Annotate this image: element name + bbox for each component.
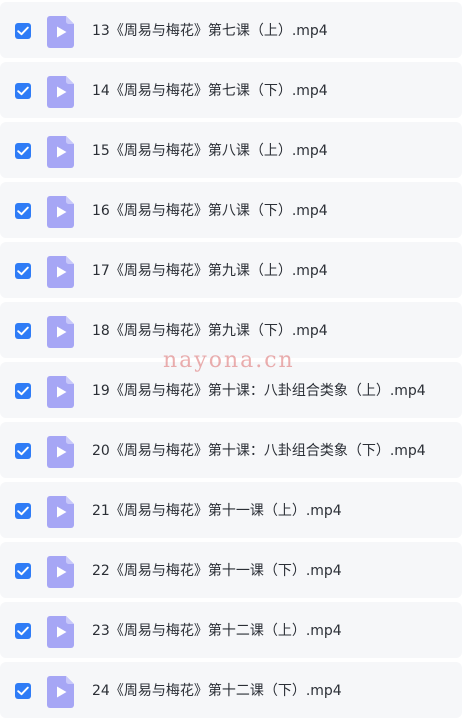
video-file-icon [47,376,74,408]
file-checkbox[interactable] [15,323,31,339]
video-file-icon [47,16,74,48]
checkmark-icon [17,26,29,36]
file-row[interactable]: 13《周易与梅花》第七课（上）.mp4 [0,2,462,58]
file-name: 15《周易与梅花》第八课（上）.mp4 [92,143,328,159]
file-checkbox[interactable] [15,203,31,219]
file-row[interactable]: 24《周易与梅花》第十二课（下）.mp4 [0,662,462,718]
file-checkbox[interactable] [15,383,31,399]
file-row[interactable]: 23《周易与梅花》第十二课（上）.mp4 [0,602,462,658]
file-name: 22《周易与梅花》第十一课（下）.mp4 [92,563,342,579]
file-row[interactable]: 17《周易与梅花》第九课（上）.mp4 [0,242,462,298]
file-row[interactable]: 19《周易与梅花》第十课：八卦组合类象（上）.mp4 [0,362,462,418]
file-checkbox[interactable] [15,443,31,459]
video-file-icon [47,436,74,468]
file-name: 18《周易与梅花》第九课（下）.mp4 [92,323,328,339]
video-file-icon [47,316,74,348]
video-file-icon [47,136,74,168]
file-checkbox[interactable] [15,683,31,699]
checkmark-icon [17,626,29,636]
checkmark-icon [17,686,29,696]
file-row[interactable]: 21《周易与梅花》第十一课（上）.mp4 [0,482,462,538]
video-file-icon [47,496,74,528]
file-checkbox[interactable] [15,83,31,99]
file-checkbox[interactable] [15,143,31,159]
file-name: 23《周易与梅花》第十二课（上）.mp4 [92,623,342,639]
file-name: 16《周易与梅花》第八课（下）.mp4 [92,203,328,219]
file-checkbox[interactable] [15,263,31,279]
checkmark-icon [17,86,29,96]
file-row[interactable]: 20《周易与梅花》第十课：八卦组合类象（下）.mp4 [0,422,462,478]
video-file-icon [47,76,74,108]
video-file-icon [47,196,74,228]
checkmark-icon [17,446,29,456]
checkmark-icon [17,206,29,216]
file-checkbox[interactable] [15,503,31,519]
checkmark-icon [17,566,29,576]
file-name: 19《周易与梅花》第十课：八卦组合类象（上）.mp4 [92,383,426,399]
file-checkbox[interactable] [15,23,31,39]
file-checkbox[interactable] [15,563,31,579]
file-row[interactable]: 16《周易与梅花》第八课（下）.mp4 [0,182,462,238]
file-list: 13《周易与梅花》第七课（上）.mp4 14《周易与梅花》第七课（下）.mp4 15… [0,0,464,720]
video-file-icon [47,676,74,708]
file-name: 13《周易与梅花》第七课（上）.mp4 [92,23,328,39]
checkmark-icon [17,386,29,396]
checkmark-icon [17,506,29,516]
file-name: 24《周易与梅花》第十二课（下）.mp4 [92,683,342,699]
file-name: 14《周易与梅花》第七课（下）.mp4 [92,83,328,99]
video-file-icon [47,556,74,588]
checkmark-icon [17,266,29,276]
file-checkbox[interactable] [15,623,31,639]
file-row[interactable]: 22《周易与梅花》第十一课（下）.mp4 [0,542,462,598]
file-name: 21《周易与梅花》第十一课（上）.mp4 [92,503,342,519]
video-file-icon [47,256,74,288]
file-row[interactable]: 18《周易与梅花》第九课（下）.mp4 [0,302,462,358]
checkmark-icon [17,146,29,156]
file-row[interactable]: 14《周易与梅花》第七课（下）.mp4 [0,62,462,118]
file-name: 20《周易与梅花》第十课：八卦组合类象（下）.mp4 [92,443,426,459]
checkmark-icon [17,326,29,336]
file-row[interactable]: 15《周易与梅花》第八课（上）.mp4 [0,122,462,178]
video-file-icon [47,616,74,648]
file-name: 17《周易与梅花》第九课（上）.mp4 [92,263,328,279]
